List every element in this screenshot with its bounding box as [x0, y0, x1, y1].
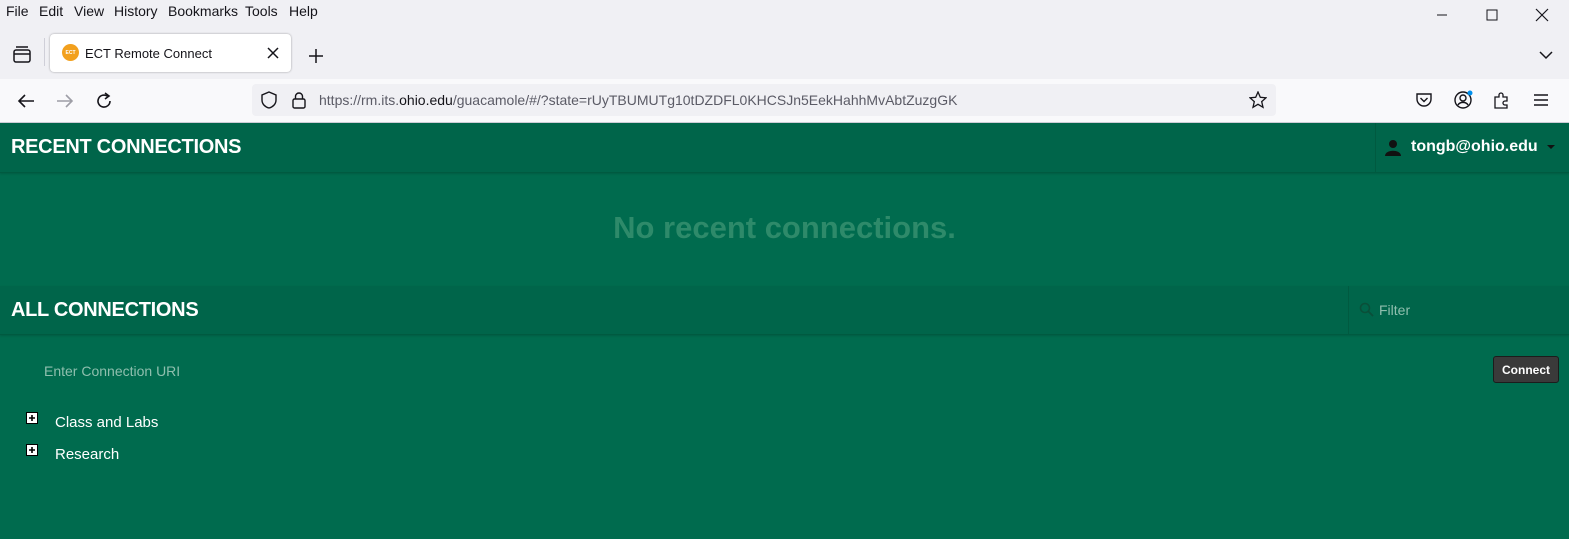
close-tab-button[interactable] [264, 44, 282, 62]
star-icon [1249, 91, 1267, 109]
expand-plus-icon[interactable] [26, 412, 38, 424]
menu-history[interactable]: History [114, 3, 158, 19]
plus-icon [309, 49, 323, 63]
bookmark-star-button[interactable] [1248, 90, 1268, 110]
shield-icon [261, 91, 277, 109]
archive-icon [13, 46, 31, 63]
tab-divider [44, 38, 45, 66]
navigation-toolbar: https://rm.its.ohio.edu/guacamole/#/?sta… [0, 79, 1569, 123]
expand-plus-icon[interactable] [26, 444, 38, 456]
tab-title: ECT Remote Connect [85, 46, 212, 61]
reload-icon [97, 92, 111, 108]
extensions-button[interactable] [1491, 89, 1513, 111]
user-menu[interactable]: tongb@ohio.edu [1375, 123, 1569, 172]
hamburger-icon [1534, 94, 1548, 106]
all-connections-header: ALL CONNECTIONS [0, 286, 1569, 335]
tab-groups-button[interactable] [8, 42, 36, 68]
minimize-icon [1437, 14, 1447, 16]
menu-bar: File Edit View History Bookmarks Tools H… [0, 0, 1569, 24]
pocket-button[interactable] [1413, 89, 1435, 111]
menu-view[interactable]: View [74, 3, 104, 19]
no-recent-connections-message: No recent connections. [613, 210, 956, 245]
reload-button[interactable] [92, 89, 116, 113]
url-text[interactable]: https://rm.its.ohio.edu/guacamole/#/?sta… [319, 92, 957, 108]
forward-button[interactable] [53, 89, 77, 113]
group-label[interactable]: Class and Labs [55, 414, 158, 431]
close-icon [1535, 8, 1549, 22]
address-bar[interactable]: https://rm.its.ohio.edu/guacamole/#/?sta… [252, 84, 1276, 116]
puzzle-icon [1494, 92, 1508, 109]
connection-uri-input[interactable] [34, 359, 554, 383]
new-tab-button[interactable] [304, 44, 328, 68]
tab-ect-remote-connect[interactable]: ECT ECT Remote Connect [50, 34, 291, 72]
account-button[interactable] [1452, 89, 1476, 111]
connect-button[interactable]: Connect [1493, 356, 1559, 383]
recent-connections-title: RECENT CONNECTIONS [11, 136, 242, 158]
menu-tools[interactable]: Tools [245, 3, 278, 19]
favicon-icon: ECT [62, 44, 79, 61]
arrow-right-icon [57, 94, 74, 108]
maximize-icon [1486, 9, 1498, 21]
pocket-icon [1416, 93, 1432, 107]
user-icon [1385, 140, 1401, 156]
list-all-tabs-button[interactable] [1534, 44, 1558, 66]
close-icon [267, 47, 279, 59]
tracking-protection-icon[interactable] [260, 91, 278, 109]
arrow-left-icon [17, 94, 34, 108]
group-label[interactable]: Research [55, 446, 119, 463]
lock-icon[interactable] [290, 91, 308, 109]
menu-bookmarks[interactable]: Bookmarks [168, 3, 238, 19]
filter-input[interactable] [1377, 298, 1561, 322]
menu-file[interactable]: File [6, 3, 29, 19]
username-label: tongb@ohio.edu [1411, 138, 1538, 155]
caret-down-icon [1547, 145, 1555, 149]
search-icon [1359, 302, 1374, 317]
back-button[interactable] [14, 89, 38, 113]
chevron-down-icon [1539, 51, 1553, 60]
menu-edit[interactable]: Edit [39, 3, 63, 19]
app-menu-button[interactable] [1530, 89, 1552, 111]
all-connections-title: ALL CONNECTIONS [11, 299, 199, 321]
recent-connections-header: RECENT CONNECTIONS tongb@ohio.edu [0, 123, 1569, 173]
filter-container [1348, 286, 1569, 334]
menu-help[interactable]: Help [289, 3, 318, 19]
account-icon [1454, 90, 1473, 109]
tab-bar: ECT ECT Remote Connect [0, 24, 1569, 79]
